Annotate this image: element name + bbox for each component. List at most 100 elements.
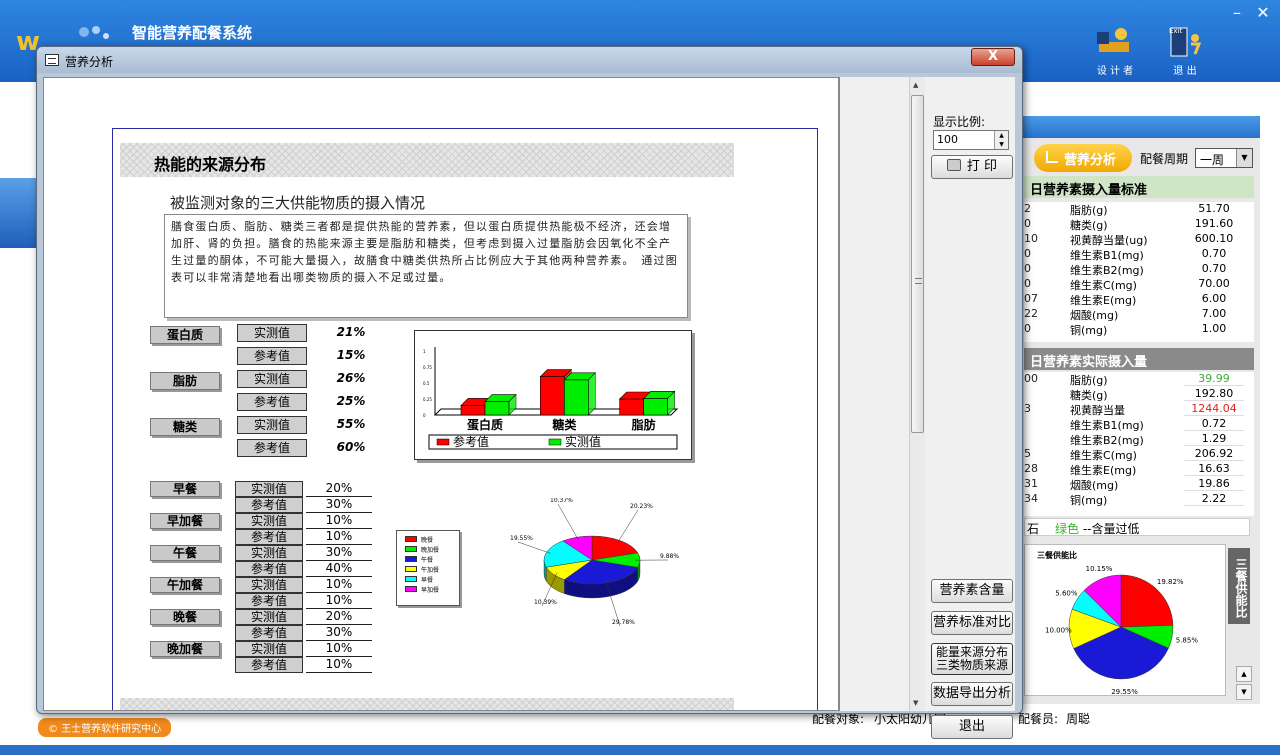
nutrient-row: 31 烟酸(mg) 19.86 <box>1024 477 1254 492</box>
panel-topbar <box>1020 116 1260 138</box>
close-app-button[interactable]: ✕ <box>1252 3 1274 22</box>
app-title: 智能营养配餐系统 <box>132 24 253 42</box>
bar <box>564 379 589 416</box>
nutrient-label: 维生素E(mg) <box>1070 464 1137 477</box>
nutrient-value: 206.92 <box>1184 447 1244 461</box>
bar <box>643 398 668 416</box>
nutrient-content-button[interactable]: 营养素含量 <box>931 579 1013 603</box>
scroll-up-button[interactable]: ▲ <box>1236 666 1252 682</box>
minimize-button[interactable]: – <box>1226 3 1248 22</box>
measured-tag: 实测值 <box>235 545 303 561</box>
next-section-band <box>120 698 734 710</box>
meal-name: 午餐 <box>150 545 220 561</box>
measured-tag: 实测值 <box>235 641 303 657</box>
nutrient-row: 0 糖类(g) 191.60 <box>1024 217 1254 232</box>
y-tick-label: 1 <box>423 349 426 354</box>
dialog-close-button[interactable]: X <box>971 48 1015 66</box>
row-index: 5 <box>1024 447 1031 460</box>
meal-pie-chart: 20.23% 9.88% 29.78% 10.39% 19.55% 10.37% <box>510 498 679 627</box>
row-index: 00 <box>1024 372 1038 385</box>
left-nav-strip[interactable] <box>0 178 40 248</box>
nutrient-label: 维生素B2(mg) <box>1070 434 1144 447</box>
reference-value: 10% <box>306 593 372 609</box>
meal-energy-side-tab[interactable]: 三餐供能比 <box>1228 548 1250 624</box>
pie-leader-line <box>557 503 579 540</box>
nutrient-value: 2.22 <box>1184 492 1244 506</box>
meal-name: 午加餐 <box>150 577 220 593</box>
report-preview[interactable]: 热能的来源分布 被监测对象的三大供能物质的摄入情况 膳食蛋白质、脂肪、糖类三者都… <box>43 77 839 711</box>
pie-value-label: 20.23% <box>630 503 653 510</box>
nutrient-label: 维生素B1(mg) <box>1070 419 1144 432</box>
scroll-down-button[interactable]: ▼ <box>1236 684 1252 700</box>
pie-legend-swatch <box>405 586 417 592</box>
preview-margin <box>839 77 909 711</box>
zoom-spinner[interactable]: ▲ ▼ <box>994 131 1008 149</box>
measured-tag: 实测值 <box>237 324 307 342</box>
standard-compare-button[interactable]: 营养标准对比 <box>931 611 1013 635</box>
nutrient-label: 视黄醇当量 <box>1070 404 1125 417</box>
row-index: 2 <box>1024 202 1031 215</box>
nutrient-label: 维生素C(mg) <box>1070 279 1137 292</box>
measured-value: 20% <box>306 609 372 625</box>
nutrition-analysis-button[interactable]: 营养分析 <box>1034 144 1132 172</box>
reference-tag: 参考值 <box>235 497 303 513</box>
reference-value: 10% <box>306 657 372 673</box>
nutrient-row: 34 铜(mg) 2.22 <box>1024 492 1254 507</box>
reference-tag: 参考值 <box>235 593 303 609</box>
period-label: 配餐周期 <box>1140 152 1189 166</box>
pie-legend-swatch <box>405 546 417 552</box>
print-label: 打 印 <box>966 159 998 174</box>
print-button[interactable]: 打 印 <box>931 155 1013 179</box>
scroll-up-arrow-icon[interactable]: ▲ <box>913 81 918 89</box>
nutrient-label: 维生素E(mg) <box>1070 294 1137 307</box>
nutrient-value: 1.29 <box>1184 432 1244 446</box>
row-index: 0 <box>1024 277 1031 290</box>
pie-legend-label: 早加餐 <box>421 587 440 594</box>
designer-button[interactable]: 设 计 者 <box>1080 24 1150 80</box>
macro-name: 脂肪 <box>150 372 220 390</box>
pie-legend-swatch <box>405 566 417 572</box>
period-select[interactable]: 一周 ▼ <box>1195 148 1253 168</box>
reference-tag: 参考值 <box>237 439 307 457</box>
reference-value: 40% <box>306 561 372 577</box>
reference-value: 60% <box>336 440 366 454</box>
pie-legend-swatch <box>405 536 417 542</box>
row-index: 0 <box>1024 247 1031 260</box>
nutrition-panel: 营养分析 配餐周期 一周 ▼ 日营养素摄入量标准 2 脂肪(g) 51.70 0 糖类(… <box>1020 116 1260 704</box>
exit-label: 退 出 <box>1173 66 1197 77</box>
nutrient-label: 视黄醇当量(ug) <box>1070 234 1148 247</box>
nutrient-label: 铜(mg) <box>1070 494 1108 507</box>
export-data-button[interactable]: 数据导出分析 <box>931 682 1013 706</box>
nutrient-label: 维生素C(mg) <box>1070 449 1137 462</box>
row-index: 0 <box>1024 262 1031 275</box>
staff-label: 配餐员: <box>1018 712 1059 726</box>
bar <box>460 405 486 416</box>
bar <box>540 376 565 416</box>
nutrient-value: 16.63 <box>1184 462 1244 476</box>
preview-scrollbar[interactable]: ▲ ▼ <box>909 77 925 711</box>
scrollbar-thumb[interactable] <box>911 95 924 433</box>
legend-swatch <box>436 438 450 446</box>
nutrient-label: 维生素B2(mg) <box>1070 264 1144 277</box>
measured-value: 10% <box>306 577 372 593</box>
printer-icon <box>946 159 961 171</box>
dialog-titlebar[interactable]: 营养分析 X <box>37 47 1022 73</box>
pie-legend-row: 早加餐 <box>401 584 455 594</box>
row-index: 22 <box>1024 307 1038 320</box>
meal-name: 晚加餐 <box>150 641 220 657</box>
legend-label: 参考值 <box>453 434 489 449</box>
nutrient-value: 70.00 <box>1198 277 1230 290</box>
pie-legend-label: 午餐 <box>421 557 434 564</box>
scroll-down-arrow-icon[interactable]: ▼ <box>913 699 918 707</box>
exit-app-button[interactable]: Exit 退 出 <box>1150 24 1220 80</box>
measured-tag: 实测值 <box>237 416 307 434</box>
period-value: 一周 <box>1200 153 1225 167</box>
y-tick-label: 0.75 <box>423 365 432 370</box>
energy-source-button[interactable]: 能量来源分布 三类物质来源 <box>931 643 1013 675</box>
zoom-input[interactable]: 100 ▲ ▼ <box>933 130 1009 150</box>
pie-legend-label: 晚加餐 <box>421 547 440 554</box>
pie-legend-swatch <box>405 556 417 562</box>
window-icon <box>45 54 59 66</box>
dialog-exit-button[interactable]: 退出 <box>931 715 1013 739</box>
row-index: 07 <box>1024 292 1038 305</box>
